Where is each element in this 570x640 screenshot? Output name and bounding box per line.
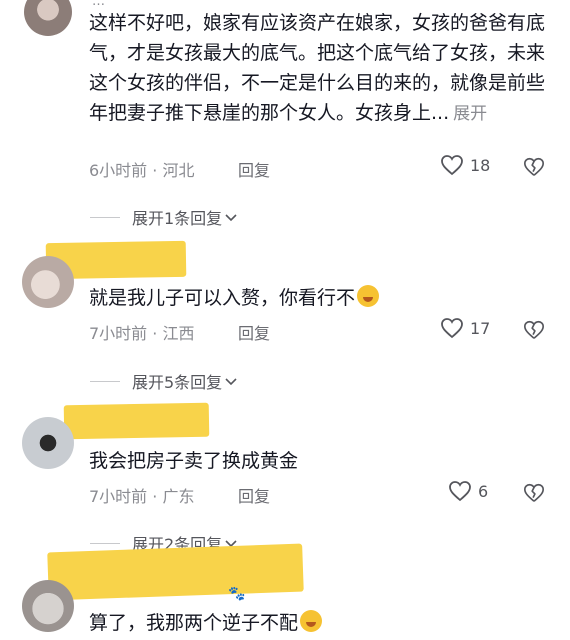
- like-count: 6: [478, 481, 489, 501]
- divider: [90, 380, 120, 382]
- reply-button[interactable]: 回复: [238, 157, 270, 181]
- comment-meta: 7小时前 · 广东: [89, 487, 195, 506]
- avatar[interactable]: [22, 580, 74, 632]
- comment-body: 就是我儿子可以入赘，你看行不: [89, 287, 356, 309]
- heart-outline-icon: [441, 318, 463, 339]
- like-count: 18: [470, 155, 491, 175]
- comment-body: 算了，我那两个逆子不配: [89, 612, 299, 634]
- like-button[interactable]: 18: [440, 154, 490, 176]
- redaction-overlay: [47, 543, 304, 601]
- comment-meta: 7小时前 · 江西: [89, 324, 195, 343]
- comment-text: 算了，我那两个逆子不配: [89, 608, 323, 638]
- heart-outline-icon: [449, 481, 471, 502]
- broken-heart-icon[interactable]: [523, 482, 545, 504]
- like-count: 17: [470, 318, 491, 338]
- redaction-overlay: [63, 402, 210, 440]
- divider: [90, 542, 120, 544]
- expand-replies-label: 展开5条回复: [132, 373, 223, 392]
- reply-button[interactable]: 回复: [238, 320, 270, 344]
- expand-replies-button[interactable]: 展开1条回复: [90, 205, 238, 229]
- comment-meta: 6小时前 · 河北: [89, 161, 195, 180]
- laughing-emoji-icon: [357, 285, 380, 307]
- avatar[interactable]: [22, 256, 74, 308]
- laughing-emoji-icon: [300, 610, 323, 632]
- broken-heart-icon[interactable]: [523, 156, 545, 178]
- comment-text: 就是我儿子可以入赘，你看行不: [89, 283, 380, 313]
- heart-outline-icon: [441, 155, 463, 176]
- like-button[interactable]: 6: [448, 480, 488, 502]
- avatar[interactable]: [22, 417, 74, 469]
- comment-body: 我会把房子卖了换成黄金: [89, 450, 299, 472]
- avatar[interactable]: [24, 0, 72, 36]
- comment-text: 这样不好吧，娘家有应该资产在娘家，女孩的爸爸有底气，才是女孩最大的底气。把这个底…: [89, 8, 559, 129]
- expand-comment-link[interactable]: 展开: [453, 104, 487, 124]
- chevron-down-icon: [225, 378, 237, 386]
- divider: [90, 216, 120, 218]
- expand-replies-label: 展开1条回复: [132, 209, 223, 228]
- expand-replies-button[interactable]: 展开5条回复: [90, 369, 238, 393]
- chevron-down-icon: [225, 214, 237, 222]
- like-button[interactable]: 17: [440, 317, 490, 339]
- broken-heart-icon[interactable]: [523, 319, 545, 341]
- reply-button[interactable]: 回复: [238, 483, 270, 507]
- paw-icon: 🐾: [228, 586, 246, 602]
